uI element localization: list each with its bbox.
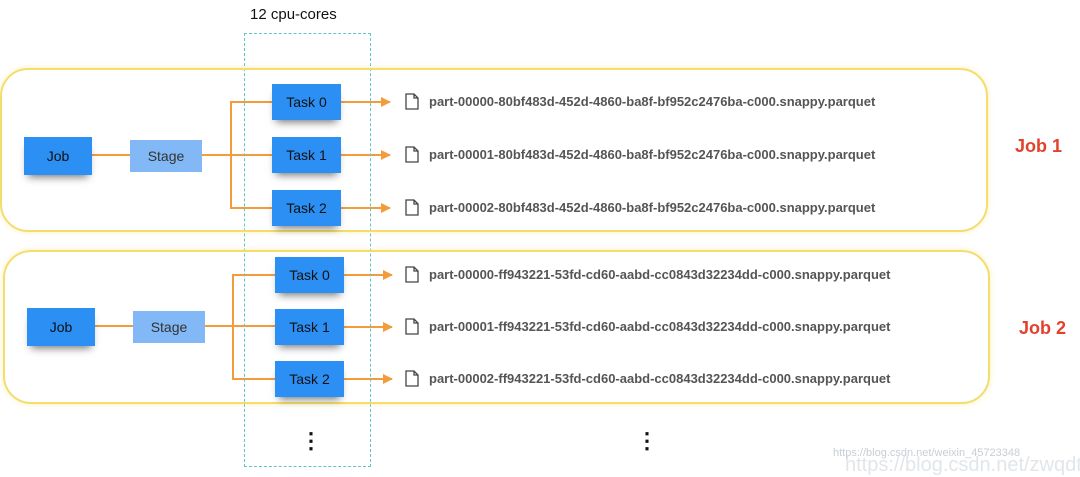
file-icon (405, 266, 419, 283)
job2-file2-name: part-00002-ff943221-53fd-cd60-aabd-cc084… (429, 371, 891, 386)
job2-job-box: Job (27, 308, 95, 346)
job2-label: Job 2 (1019, 318, 1067, 338)
job2-task1-box: Task 1 (275, 309, 344, 345)
job1-stage-box: Stage (130, 140, 202, 172)
job1-label: Job 1 (1015, 136, 1063, 156)
job1-task1-box: Task 1 (272, 137, 341, 173)
job2-file0-name: part-00000-ff943221-53fd-cd60-aabd-cc084… (429, 267, 891, 282)
job1-job-box: Job (24, 137, 92, 175)
job1-task2-box: Task 2 (272, 190, 341, 226)
job1-file2-name: part-00002-80bf483d-452d-4860-ba8f-bf952… (429, 200, 876, 215)
cores-ellipsis: ⋮ (300, 428, 322, 453)
job2-file0: part-00000-ff943221-53fd-cd60-aabd-cc084… (405, 266, 890, 283)
cpu-cores-label: 12 cpu-cores (250, 6, 337, 23)
job2-file1-name: part-00001-ff943221-53fd-cd60-aabd-cc084… (429, 319, 891, 334)
job2-task2-box: Task 2 (275, 361, 344, 397)
job2-stage-box: Stage (133, 311, 205, 343)
file-icon (405, 370, 419, 387)
file-icon (405, 318, 419, 335)
job1-task0-box: Task 0 (272, 84, 341, 120)
file-icon (405, 93, 419, 110)
job1-file0-name: part-00000-80bf483d-452d-4860-ba8f-bf952… (429, 94, 876, 109)
files-ellipsis: ⋮ (636, 428, 658, 453)
job1-file1-name: part-00001-80bf483d-452d-4860-ba8f-bf952… (429, 147, 876, 162)
file-icon (405, 146, 419, 163)
job1-file1: part-00001-80bf483d-452d-4860-ba8f-bf952… (405, 146, 875, 163)
job2-file2: part-00002-ff943221-53fd-cd60-aabd-cc084… (405, 370, 890, 387)
file-icon (405, 199, 419, 216)
watermark-small: https://blog.csdn.net/weixin_45723348 (833, 447, 1021, 459)
job1-file0: part-00000-80bf483d-452d-4860-ba8f-bf952… (405, 93, 875, 110)
job2-file1: part-00001-ff943221-53fd-cd60-aabd-cc084… (405, 318, 890, 335)
job1-file2: part-00002-80bf483d-452d-4860-ba8f-bf952… (405, 199, 875, 216)
job2-task0-box: Task 0 (275, 257, 344, 293)
